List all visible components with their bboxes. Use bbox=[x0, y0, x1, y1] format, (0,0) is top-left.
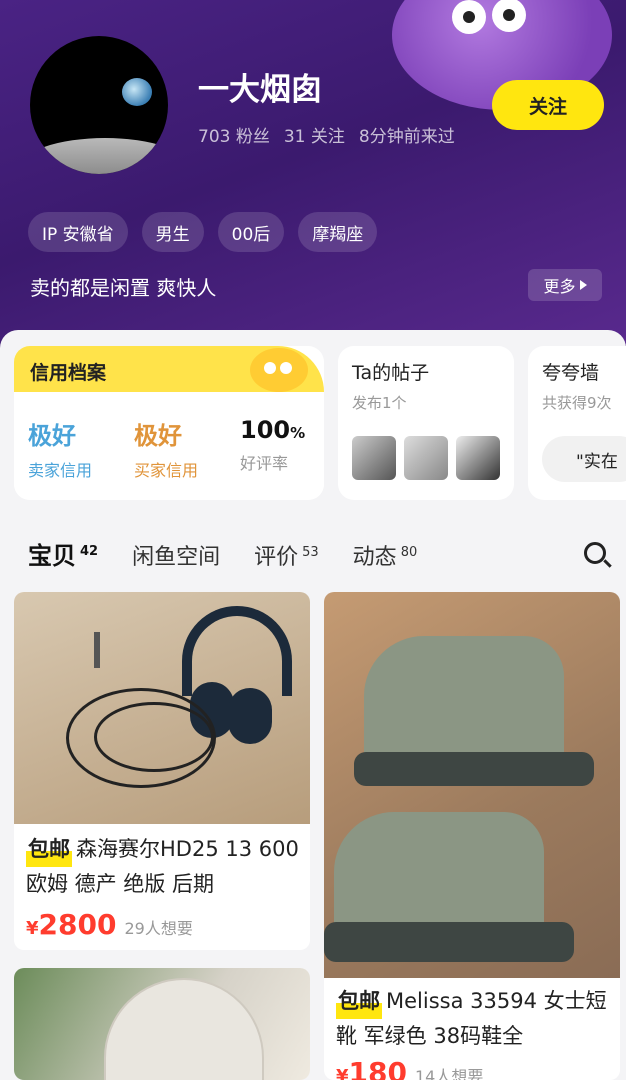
tag-zodiac: 摩羯座 bbox=[298, 212, 378, 252]
fans-count[interactable]: 703 粉丝 bbox=[198, 122, 270, 147]
more-button[interactable]: 更多 bbox=[528, 269, 602, 301]
user-stats: 703 粉丝 31 关注 8分钟前来过 bbox=[198, 122, 455, 147]
follow-button[interactable]: 关注 bbox=[492, 80, 604, 130]
posts-card[interactable]: Ta的帖子 发布1个 bbox=[338, 346, 514, 500]
user-name: 一大烟囱 bbox=[198, 72, 322, 108]
credit-title: 信用档案 bbox=[30, 362, 107, 384]
post-thumbnail[interactable] bbox=[352, 436, 396, 480]
buyer-credit: 极好 买家信用 bbox=[134, 422, 199, 480]
product-price: 180 bbox=[348, 1056, 407, 1080]
product-price: 2800 bbox=[38, 908, 117, 941]
praise-title: 夸夸墙 bbox=[542, 362, 600, 384]
following-count[interactable]: 31 关注 bbox=[284, 122, 345, 147]
profile-tags: IP 安徽省 男生 00后 摩羯座 bbox=[28, 212, 378, 252]
product-card[interactable] bbox=[14, 968, 310, 1080]
mascot-icon bbox=[250, 348, 308, 392]
tab-space[interactable]: 闲鱼空间 bbox=[132, 539, 220, 571]
tag-ip: IP 安徽省 bbox=[28, 212, 128, 252]
more-label: 更多 bbox=[543, 277, 576, 296]
product-title: 包邮 森海赛尔HD25 13 600欧姆 德产 绝版 后期 bbox=[26, 832, 304, 902]
posts-count: 发布1个 bbox=[352, 394, 407, 412]
play-arrow-icon bbox=[579, 280, 587, 290]
free-shipping-badge: 包邮 bbox=[336, 984, 382, 1019]
product-title: 包邮 Melissa 33594 女士短靴 军绿色 38码鞋全 bbox=[336, 984, 614, 1054]
tab-reviews[interactable]: 评价 53 bbox=[254, 539, 319, 571]
price-line: ¥180 14人想要 bbox=[336, 1056, 483, 1080]
want-count: 14人想要 bbox=[414, 1067, 484, 1080]
tag-gender: 男生 bbox=[141, 212, 204, 252]
want-count: 29人想要 bbox=[124, 919, 193, 938]
tab-bar: 宝贝 42 闲鱼空间 评价 53 动态 80 bbox=[28, 536, 451, 571]
praise-count: 共获得9次 bbox=[542, 394, 612, 412]
seller-credit: 极好 卖家信用 bbox=[28, 422, 93, 480]
product-image bbox=[14, 592, 310, 824]
last-seen: 8分钟前来过 bbox=[358, 127, 455, 147]
praise-bubble: "实在 bbox=[542, 436, 626, 482]
tag-age: 00后 bbox=[217, 212, 285, 252]
price-line: ¥2800 29人想要 bbox=[26, 908, 193, 941]
positive-rate: 100% 好评率 bbox=[240, 416, 306, 473]
tab-items[interactable]: 宝贝 42 bbox=[28, 536, 98, 571]
posts-title: Ta的帖子 bbox=[352, 362, 430, 384]
credit-card[interactable]: 信用档案 极好 卖家信用 极好 买家信用 100% 好评率 bbox=[14, 346, 324, 500]
product-image bbox=[324, 592, 620, 978]
product-card[interactable]: 包邮 Melissa 33594 女士短靴 军绿色 38码鞋全 ¥180 14人想… bbox=[324, 592, 620, 1080]
product-image bbox=[14, 968, 310, 1080]
profile-header: 一大烟囱 703 粉丝 31 关注 8分钟前来过 关注 IP 安徽省 男生 00… bbox=[0, 0, 626, 360]
post-thumbnail[interactable] bbox=[404, 436, 448, 480]
tab-activity[interactable]: 动态 80 bbox=[353, 539, 418, 571]
free-shipping-badge: 包邮 bbox=[26, 832, 72, 867]
search-icon[interactable] bbox=[582, 540, 612, 570]
praise-wall-card[interactable]: 夸夸墙 共获得9次 "实在 bbox=[528, 346, 626, 500]
avatar[interactable] bbox=[30, 36, 168, 174]
user-bio: 卖的都是闲置 爽快人 bbox=[30, 276, 217, 300]
post-thumbnail[interactable] bbox=[456, 436, 500, 480]
product-card[interactable]: 包邮 森海赛尔HD25 13 600欧姆 德产 绝版 后期 ¥2800 29人想要 bbox=[14, 592, 310, 950]
